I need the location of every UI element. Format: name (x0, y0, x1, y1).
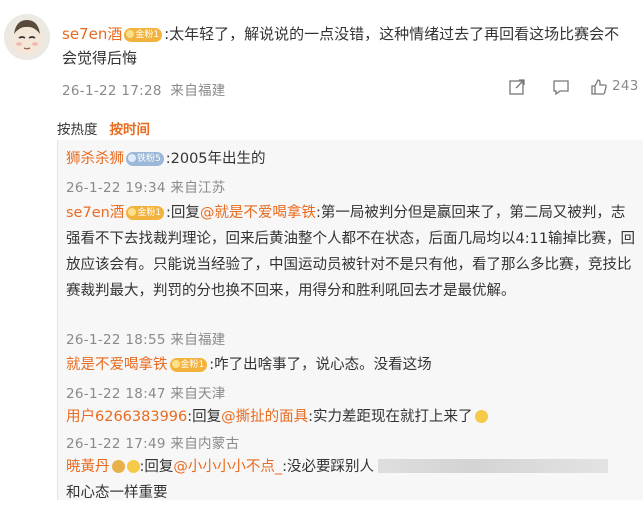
reply-location: 来自江苏 (170, 180, 226, 196)
comment-body: se7en酒 金粉1:太年轻了，解说说的一点没错，这种情绪过去了再回看这场比赛会不… (62, 22, 632, 70)
reply-username[interactable]: 狮杀杀狮 (66, 151, 124, 167)
reply-location: 来自福建 (170, 332, 226, 348)
reply-text: :实力差距现在就打上来了 (308, 409, 473, 425)
badge-label: 铁粉5 (137, 154, 161, 164)
reply-username[interactable]: 就是不爱喝拿铁 (66, 357, 168, 373)
badge-dot-icon (128, 154, 136, 162)
like-icon[interactable] (590, 78, 608, 100)
reply-prefix: :回复 (187, 409, 222, 425)
list-item: 暁黃丹 :回复@小小小小不点_:没必要踩别人 (66, 454, 636, 480)
reply-text: :没必要踩别人 (282, 459, 375, 475)
reply-username[interactable]: 用户6266383996 (66, 409, 187, 425)
share-icon[interactable] (508, 78, 526, 100)
list-item: 就是不爱喝拿铁 金粉1 :咋了出啥事了，说心态。没看这场 (66, 352, 636, 378)
fan-badge: 金粉1 (124, 28, 163, 42)
reply-username[interactable]: se7en酒 (66, 205, 124, 221)
sort-by-time[interactable]: 按时间 (110, 122, 151, 138)
reply-text: :2005年出生的 (165, 151, 266, 167)
reply-meta: 26-1-22 18:47 来自天津 (66, 382, 226, 402)
reply-time: 26-1-22 17:49 (66, 436, 166, 452)
badge-label: 金粉1 (137, 208, 162, 218)
reply-meta: 26-1-22 17:49 来自内蒙古 (66, 432, 239, 452)
reply-meta: 26-1-22 18:55 来自福建 (66, 328, 226, 348)
grin-emoji-icon (474, 410, 488, 423)
reply-text: 和心态一样重要 (66, 485, 168, 501)
reply-prefix: :回复 (139, 459, 174, 475)
like-count: 243 (612, 78, 639, 94)
reply-username[interactable]: 暁黃丹 (66, 459, 110, 475)
list-item: 狮杀杀狮 铁粉5 :2005年出生的 (66, 146, 636, 172)
sort-by-hot[interactable]: 按热度 (57, 122, 98, 138)
badge-label: 金粉1 (180, 360, 205, 370)
comment-username[interactable]: se7en酒 (62, 25, 122, 43)
reply-prefix: :回复 (166, 205, 200, 221)
crown-emoji-icon (111, 460, 125, 473)
comment-location: 来自福建 (170, 83, 226, 99)
mention-link[interactable]: @小小小小不点_ (173, 459, 282, 475)
smile-emoji-icon (126, 460, 140, 473)
reply-time: 26-1-22 19:34 (66, 180, 166, 196)
mention-link[interactable]: @就是不爱喝拿铁 (200, 205, 316, 221)
reply-location: 来自天津 (170, 386, 226, 402)
fan-badge: 金粉1 (126, 206, 165, 220)
comment-icon[interactable] (552, 78, 570, 100)
reply-meta: 26-1-22 19:34 来自江苏 (66, 176, 226, 196)
avatar[interactable] (4, 14, 50, 60)
fan-badge: 铁粉5 (126, 152, 164, 166)
sort-bar: 按热度 按时间 (57, 118, 150, 138)
reply-time: 26-1-22 18:47 (66, 386, 166, 402)
list-item: 用户6266383996:回复@撕扯的面具:实力差距现在就打上来了 (66, 404, 636, 430)
reply-continuation: 和心态一样重要 (66, 480, 636, 506)
comment-time: 26-1-22 17:28 (62, 83, 162, 99)
avatar-face-icon (4, 14, 50, 60)
badge-dot-icon (126, 30, 135, 38)
badge-dot-icon (171, 360, 180, 368)
obscured-text-overlay (378, 459, 609, 473)
comment-meta: 26-1-22 17:28 来自福建 (62, 79, 226, 99)
reply-location: 来自内蒙古 (170, 436, 240, 452)
badge-dot-icon (128, 208, 137, 216)
reply-list: 狮杀杀狮 铁粉5 :2005年出生的 26-1-22 19:34 来自江苏 se7e… (57, 140, 643, 501)
reply-time: 26-1-22 18:55 (66, 332, 166, 348)
mention-link[interactable]: @撕扯的面具 (221, 409, 308, 425)
list-item: se7en酒 金粉1:回复@就是不爱喝拿铁:第一局被判分但是赢回来了，第二局又被判… (66, 200, 636, 304)
badge-label: 金粉1 (135, 30, 160, 40)
fan-badge: 金粉1 (169, 358, 208, 372)
reply-text: :咋了出啥事了，说心态。没看这场 (209, 357, 432, 373)
comment-actions: 243 (508, 78, 638, 98)
